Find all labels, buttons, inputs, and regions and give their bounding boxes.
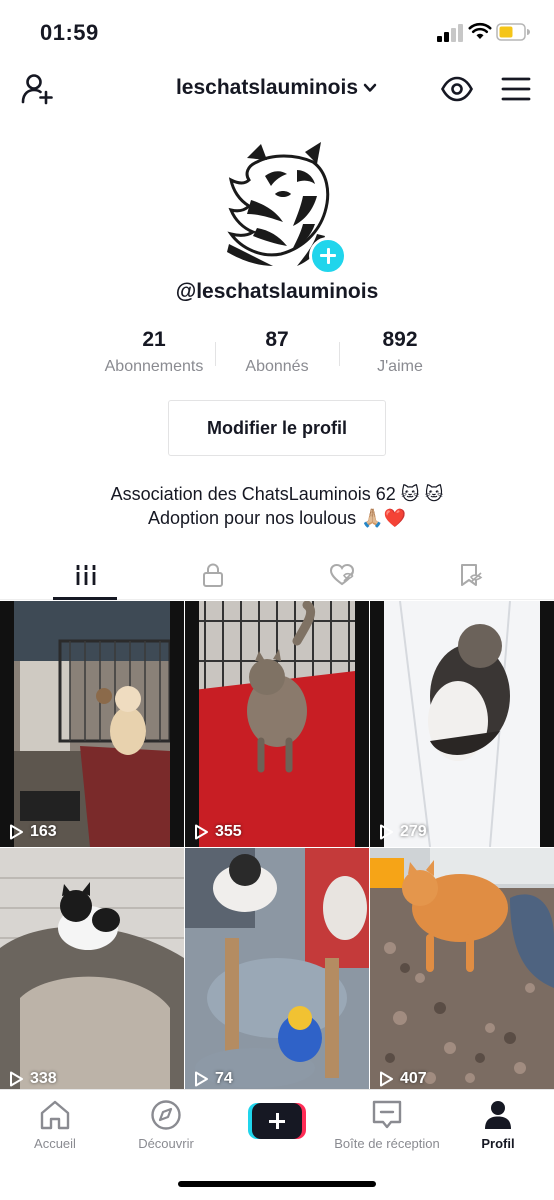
video-thumbnail[interactable]: 338 (0, 848, 184, 1094)
play-icon (10, 1071, 23, 1087)
tab-videos[interactable] (16, 552, 154, 600)
tab-active-indicator (53, 597, 117, 600)
view-count-value: 279 (400, 823, 427, 840)
view-count: 407 (378, 1070, 427, 1088)
nav-label: Accueil (34, 1136, 76, 1151)
view-count-value: 338 (30, 1070, 57, 1087)
home-icon (40, 1100, 70, 1130)
view-count: 279 (378, 823, 427, 841)
cat-photo (0, 601, 184, 847)
profile-header: leschatslauminois (0, 66, 554, 114)
compass-icon (151, 1100, 181, 1130)
view-count: 338 (8, 1070, 57, 1088)
cat-photo (370, 601, 554, 847)
cat-photo (370, 848, 554, 1090)
bio-line: Adoption pour nos loulous 🙏🏼❤️ (148, 508, 406, 528)
tab-saved[interactable] (400, 552, 538, 600)
create-button[interactable] (248, 1103, 306, 1139)
nav-label: Profil (481, 1136, 515, 1151)
profile-stats: 21 Abonnements 87 Abonnés 892 J'aime (0, 328, 554, 378)
signal-icon (437, 24, 463, 42)
tab-liked[interactable] (272, 552, 410, 600)
view-count-value: 74 (215, 1070, 233, 1087)
chevron-down-icon (363, 83, 377, 92)
tab-private[interactable] (143, 552, 281, 600)
view-count: 355 (193, 823, 242, 841)
add-avatar-button[interactable] (309, 237, 347, 275)
nav-profile[interactable]: Profil (443, 1098, 553, 1151)
bio-line: Association des ChatsLauminois 62 🐱 🐱 (110, 484, 444, 504)
profile-tabs (0, 552, 554, 600)
view-count: 74 (193, 1070, 233, 1088)
video-thumbnail[interactable]: 74 (185, 848, 369, 1094)
play-icon (380, 1071, 393, 1087)
stat-followers[interactable]: 87 Abonnés (212, 328, 342, 376)
stat-label: Abonnements (104, 358, 204, 375)
view-count: 163 (8, 823, 57, 841)
nav-home[interactable]: Accueil (0, 1098, 110, 1151)
stat-label: J'aime (377, 358, 423, 375)
video-thumbnail[interactable]: 163 (0, 601, 184, 847)
play-icon (195, 824, 208, 840)
stat-value: 21 (142, 328, 166, 351)
status-bar: 01:59 (0, 0, 554, 66)
eye-icon[interactable] (440, 72, 474, 106)
battery-icon (496, 23, 530, 41)
stat-value: 892 (382, 328, 418, 351)
nav-inbox[interactable]: Boîte de réception (332, 1098, 442, 1151)
status-time: 01:59 (40, 20, 99, 45)
view-count-value: 355 (215, 823, 242, 840)
view-count-value: 407 (400, 1070, 427, 1087)
profile-bio: Association des ChatsLauminois 62 🐱 🐱 Ad… (0, 482, 554, 530)
stat-value: 87 (265, 328, 289, 351)
liked-heart-icon (329, 563, 355, 586)
video-thumbnail[interactable]: 279 (370, 601, 554, 847)
edit-profile-button[interactable]: Modifier le profil (168, 400, 386, 456)
view-count-value: 163 (30, 823, 57, 840)
lock-icon (203, 563, 223, 587)
nav-discover[interactable]: Découvrir (111, 1098, 221, 1151)
bookmark-icon (461, 564, 483, 586)
cat-photo (185, 848, 369, 1090)
stat-following[interactable]: 21 Abonnements (89, 328, 219, 376)
cat-photo (0, 848, 184, 1090)
cat-photo (185, 601, 369, 847)
nav-label: Boîte de réception (334, 1136, 440, 1151)
profile-handle: @leschatslauminois (175, 280, 379, 303)
home-indicator (178, 1181, 376, 1187)
plus-icon (252, 1103, 302, 1139)
video-thumbnail[interactable]: 355 (185, 601, 369, 847)
video-thumbnail[interactable]: 407 (370, 848, 554, 1094)
play-icon (10, 824, 23, 840)
play-icon (380, 824, 393, 840)
videos-grid-icon (75, 565, 97, 585)
stat-likes[interactable]: 892 J'aime (335, 328, 465, 376)
stat-label: Abonnés (245, 358, 309, 375)
menu-icon[interactable] (500, 74, 532, 104)
inbox-icon (372, 1100, 402, 1129)
profile-icon (485, 1101, 511, 1129)
wifi-icon (468, 22, 492, 39)
username: leschatslauminois (175, 76, 359, 99)
play-icon (195, 1071, 208, 1087)
nav-label: Découvrir (138, 1136, 194, 1151)
